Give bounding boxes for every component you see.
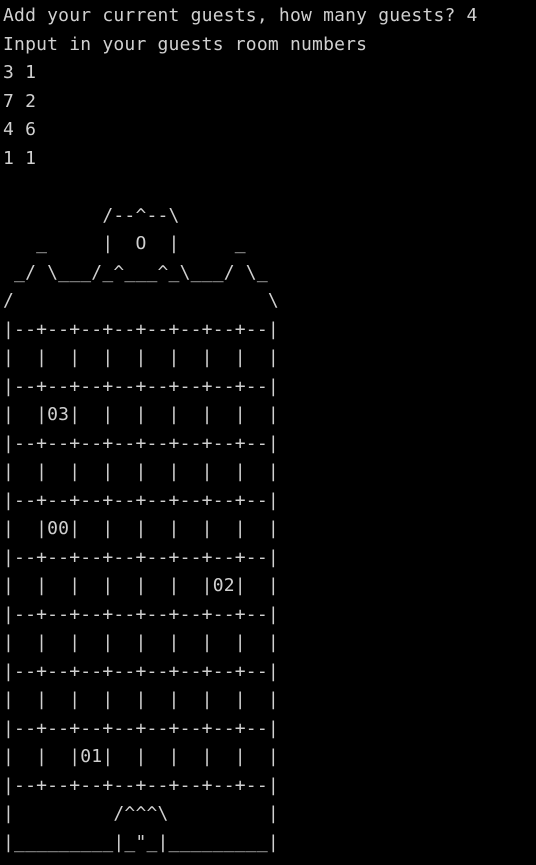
floor-row: | | | | | | | | |: [3, 689, 279, 710]
input-line-3: 4 6: [3, 119, 37, 140]
terminal-window[interactable]: Add your current guests, how many guests…: [0, 0, 536, 865]
floor-separator: |--+--+--+--+--+--+--+--|: [3, 774, 279, 796]
floor-separator: |--+--+--+--+--+--+--+--|: [3, 660, 279, 682]
floor-row: | |00| | | | | | |: [3, 518, 279, 539]
floor-row: | | | | | | | | |: [3, 347, 279, 368]
hotel-roof-clock: _ | O | _: [3, 233, 246, 254]
hotel-entrance-top: | /^^^\ |: [3, 803, 279, 824]
floor-row: | | | | | | | | |: [3, 461, 279, 482]
floor-separator: |--+--+--+--+--+--+--+--|: [3, 432, 279, 454]
floor-row: | |03| | | | | | |: [3, 404, 279, 425]
hotel-ground-floor: |_________|_"_|_________|: [3, 831, 279, 853]
floor-separator: |--+--+--+--+--+--+--+--|: [3, 375, 279, 397]
floor-row: | | | | | | | | |: [3, 632, 279, 653]
prompt-room-numbers: Input in your guests room numbers: [3, 33, 368, 55]
floor-row: | | | | | | |02| |: [3, 575, 279, 596]
floor-separator: |--+--+--+--+--+--+--+--|: [3, 489, 279, 511]
hotel-roof-line: _/ \___/_^___^_\___/ \_: [3, 261, 268, 283]
hotel-roof-top: /--^--\: [3, 204, 180, 226]
floor-separator: |--+--+--+--+--+--+--+--|: [3, 717, 279, 739]
floor-separator: |--+--+--+--+--+--+--+--|: [3, 546, 279, 568]
floor-row: | | |01| | | | | |: [3, 746, 279, 767]
prompt-guest-count: Add your current guests, how many guests…: [3, 5, 478, 26]
input-line-2: 7 2: [3, 90, 37, 112]
hotel-roof-base: / \: [3, 290, 279, 311]
input-line-1: 3 1: [3, 62, 37, 83]
floor-separator: |--+--+--+--+--+--+--+--|: [3, 318, 279, 340]
floor-separator: |--+--+--+--+--+--+--+--|: [3, 603, 279, 625]
input-line-4: 1 1: [3, 147, 37, 169]
